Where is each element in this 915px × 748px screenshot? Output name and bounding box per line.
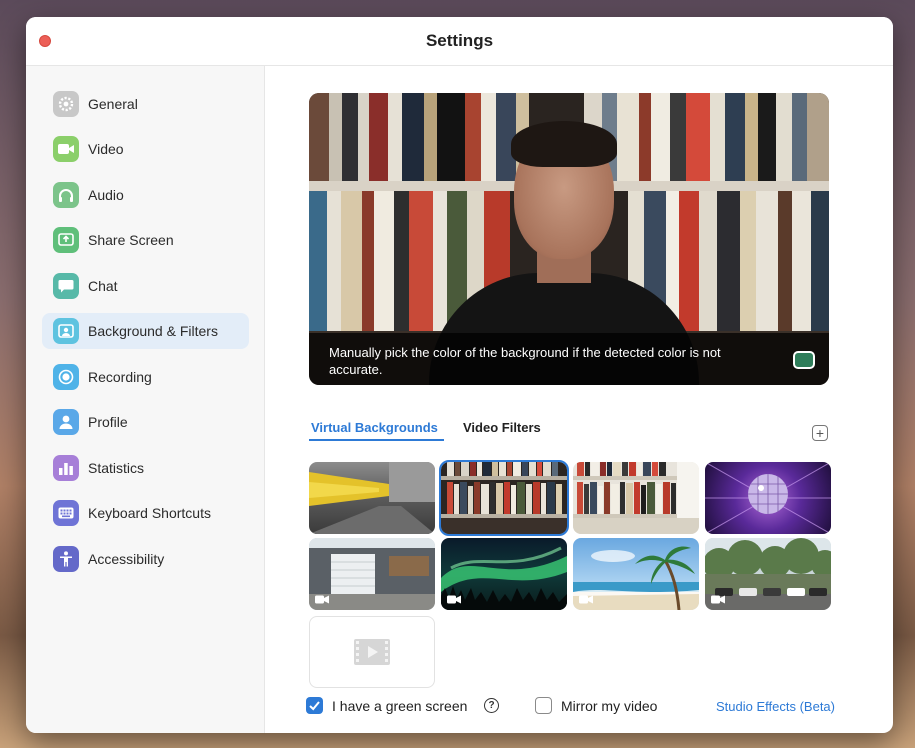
tab-video-filters[interactable]: Video Filters [463, 420, 541, 435]
sidebar-item-recording[interactable]: Recording [42, 359, 249, 395]
background-filters-panel: Manually pick the color of the backgroun… [265, 66, 893, 733]
mirror-video-label: Mirror my video [561, 698, 658, 714]
sidebar-item-audio[interactable]: Audio [42, 177, 249, 213]
tab-virtual-backgrounds[interactable]: Virtual Backgrounds [311, 420, 438, 435]
headphones-icon [53, 182, 79, 208]
video-icon [315, 595, 329, 604]
background-thumbnail-disco-ball[interactable] [705, 462, 831, 534]
record-icon [53, 364, 79, 390]
background-thumbnail-motion-street[interactable] [309, 462, 435, 534]
sidebar-item-statistics[interactable]: Statistics [42, 450, 249, 486]
green-screen-checkbox[interactable] [306, 697, 323, 714]
settings-sidebar: General Video Audio Share Screen Chat Ba… [26, 66, 265, 733]
sidebar-item-label: Chat [88, 278, 118, 294]
person-hair [511, 121, 617, 167]
active-tab-indicator [309, 439, 444, 441]
video-camera-icon [53, 136, 79, 162]
gear-icon [53, 91, 79, 117]
sidebar-item-general[interactable]: General [42, 86, 249, 122]
background-color-picker[interactable] [793, 351, 815, 369]
window-title: Settings [425, 31, 494, 50]
sidebar-item-label: Background & Filters [88, 323, 218, 339]
background-thumbnail-garage-building[interactable] [309, 538, 435, 610]
film-strip-icon [354, 639, 390, 665]
background-thumbnail-park-cars[interactable] [705, 538, 831, 610]
sidebar-item-chat[interactable]: Chat [42, 268, 249, 304]
help-icon[interactable]: ? [484, 698, 499, 713]
keyboard-icon [53, 500, 79, 526]
sidebar-item-label: Recording [88, 369, 152, 385]
add-background-button[interactable]: + [812, 425, 828, 441]
sidebar-item-label: Keyboard Shortcuts [88, 505, 211, 521]
background-person-icon [53, 318, 79, 344]
plus-icon: + [815, 425, 825, 441]
background-thumbnail-bookshelf-light[interactable] [573, 462, 699, 534]
background-options-row: I have a green screen ? Mirror my video … [305, 694, 885, 722]
sidebar-item-share-screen[interactable]: Share Screen [42, 222, 249, 258]
sidebar-item-label: Video [88, 141, 124, 157]
share-screen-icon [53, 227, 79, 253]
profile-person-icon [53, 409, 79, 435]
background-color-hint: Manually pick the color of the backgroun… [329, 345, 721, 377]
preview-caption-bar: Manually pick the color of the backgroun… [309, 333, 829, 385]
accessibility-icon [53, 546, 79, 572]
checkmark-icon [309, 701, 320, 711]
sidebar-item-label: Audio [88, 187, 124, 203]
sidebar-item-background-filters[interactable]: Background & Filters [42, 313, 249, 349]
background-thumbnail-empty-slot[interactable] [309, 616, 435, 688]
settings-window: Settings General Video Audio Share Scree… [26, 17, 893, 733]
sidebar-item-label: Profile [88, 414, 128, 430]
video-icon [447, 595, 461, 604]
mirror-video-checkbox[interactable] [535, 697, 552, 714]
bar-chart-icon [53, 455, 79, 481]
background-thumbnail-northern-lights[interactable] [441, 538, 567, 610]
sidebar-item-keyboard-shortcuts[interactable]: Keyboard Shortcuts [42, 495, 249, 531]
sidebar-item-label: General [88, 96, 138, 112]
video-icon [711, 595, 725, 604]
green-screen-label: I have a green screen [332, 698, 468, 714]
sidebar-item-label: Statistics [88, 460, 145, 476]
sidebar-item-label: Share Screen [88, 232, 174, 248]
title-bar: Settings [26, 17, 893, 66]
background-thumbnail-bookshelf-dark[interactable] [439, 460, 569, 536]
camera-preview: Manually pick the color of the backgroun… [309, 93, 829, 385]
background-thumbnail-beach-palm[interactable] [573, 538, 699, 610]
studio-effects-link[interactable]: Studio Effects (Beta) [716, 699, 835, 714]
video-icon [579, 595, 593, 604]
sidebar-item-profile[interactable]: Profile [42, 404, 249, 440]
sidebar-item-video[interactable]: Video [42, 131, 249, 167]
chat-bubble-icon [53, 273, 79, 299]
background-tabs: Virtual Backgrounds Video Filters [309, 418, 849, 442]
sidebar-item-accessibility[interactable]: Accessibility [42, 541, 249, 577]
sidebar-item-label: Accessibility [88, 551, 165, 567]
